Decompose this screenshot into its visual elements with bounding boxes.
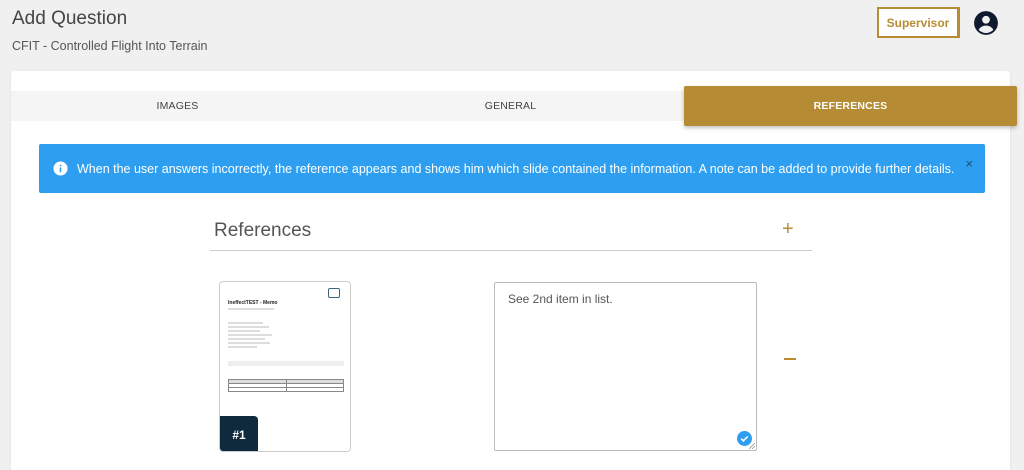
references-heading: References	[214, 220, 312, 241]
question-card: IMAGES GENERAL REFERENCES When the user …	[11, 71, 1017, 470]
page-subtitle: CFIT - Controlled Flight Into Terrain	[12, 39, 208, 53]
resize-handle-icon[interactable]	[749, 443, 755, 449]
add-reference-button[interactable]: +	[782, 218, 794, 241]
supervisor-button[interactable]: Supervisor	[877, 7, 960, 38]
page-header: Add Question CFIT - Controlled Flight In…	[12, 8, 207, 53]
document-preview: IneffectTEST - Memo	[228, 288, 344, 392]
logo-icon	[328, 288, 340, 298]
reference-thumbnail[interactable]: IneffectTEST - Memo #1	[219, 281, 351, 452]
divider	[210, 250, 812, 251]
info-icon	[53, 161, 68, 176]
thumbnail-doc-title: IneffectTEST - Memo	[228, 300, 278, 306]
tab-images[interactable]: IMAGES	[11, 91, 344, 121]
reference-number-badge: #1	[220, 416, 258, 451]
remove-reference-button[interactable]	[784, 358, 796, 360]
alert-message: When the user answers incorrectly, the r…	[77, 161, 955, 176]
close-icon[interactable]: ×	[965, 156, 973, 171]
info-alert: When the user answers incorrectly, the r…	[39, 144, 985, 193]
page-title: Add Question	[12, 8, 128, 29]
account-circle-icon[interactable]	[973, 10, 999, 36]
reference-note-text: See 2nd item in list.	[508, 292, 613, 306]
reference-note-field[interactable]: See 2nd item in list.	[494, 282, 757, 451]
tab-references[interactable]: REFERENCES	[684, 86, 1017, 126]
tab-bar: IMAGES GENERAL REFERENCES	[11, 86, 1017, 126]
tab-general[interactable]: GENERAL	[344, 91, 677, 121]
page-footer	[341, 442, 342, 446]
